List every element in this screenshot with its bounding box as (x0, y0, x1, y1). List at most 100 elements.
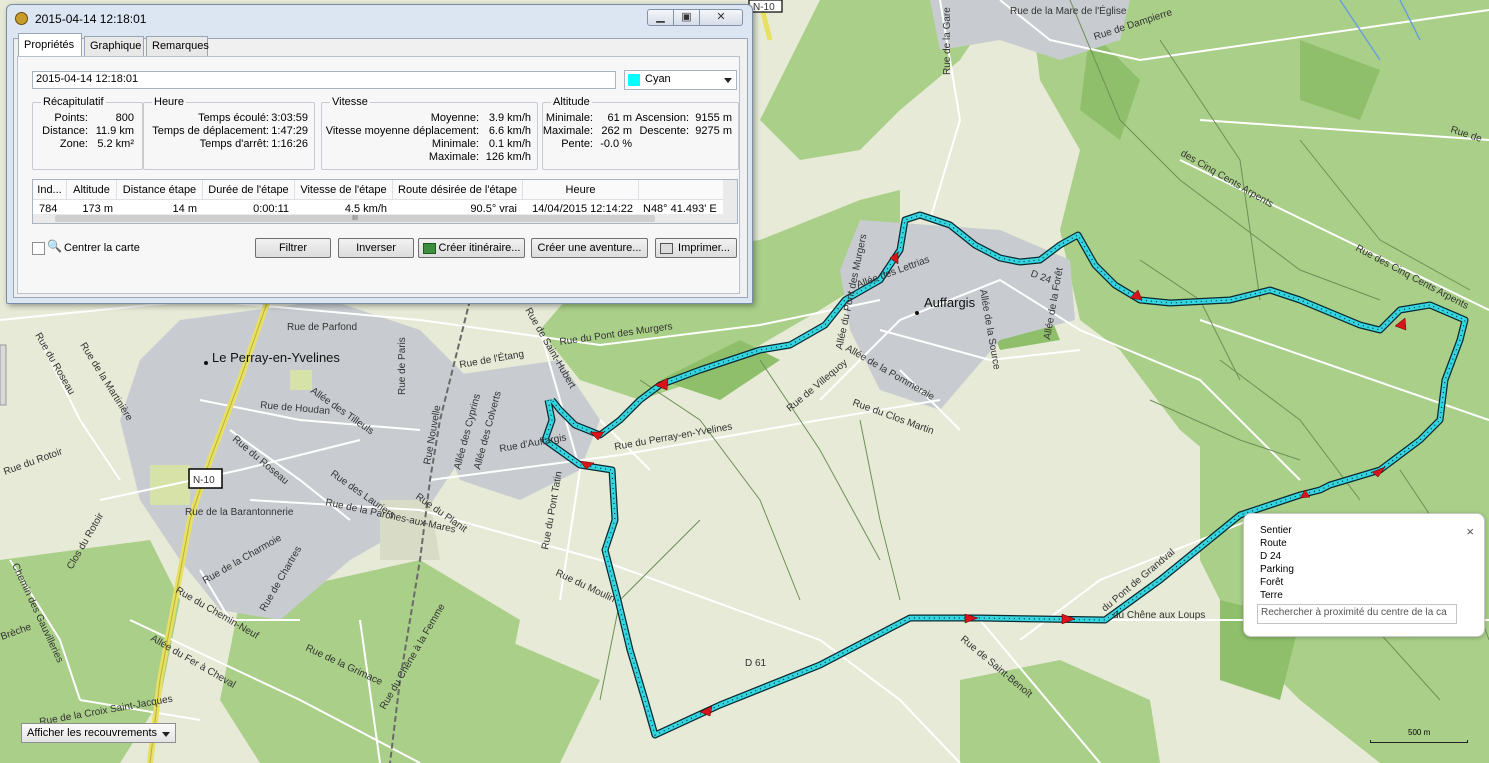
summary-group: Récapitulatif Points: 800 Distance: 11.9… (32, 96, 143, 170)
print-button[interactable]: Imprimer... (655, 238, 737, 258)
speed-title: Vitesse (330, 96, 370, 108)
svg-text:D 61: D 61 (745, 658, 767, 669)
svg-text:Rue de Paris: Rue de Paris (397, 337, 408, 395)
center-map-label: Centrer la carte (64, 242, 140, 254)
svg-text:Auffargis: Auffargis (924, 295, 976, 310)
zone-label: Zone: (59, 138, 88, 150)
vertical-scrollbar[interactable] (723, 180, 737, 223)
map-side-handle[interactable] (0, 344, 7, 406)
altitude-group: Altitude Minimale: 61 m Maximale: 262 m … (542, 96, 739, 170)
create-route-button[interactable]: Créer itinéraire... (418, 238, 525, 258)
window-title: 2015-04-14 12:18:01 (35, 12, 147, 26)
color-dropdown[interactable]: Cyan (624, 70, 737, 90)
svg-text:N-10: N-10 (753, 2, 775, 13)
svg-text:Rue de la Barantonnerie: Rue de la Barantonnerie (185, 507, 294, 518)
color-value: Cyan (645, 73, 671, 85)
avg-speed-label: Moyenne: (430, 112, 479, 124)
tab-properties-label: Propriétés (24, 39, 75, 51)
col-header-position[interactable] (639, 180, 725, 200)
popup-item[interactable]: Parking (1260, 564, 1294, 575)
invert-button[interactable]: Inverser (338, 238, 414, 258)
svg-text:Rue de la Mare de l'Église: Rue de la Mare de l'Église (1010, 4, 1127, 17)
min-speed-label: Minimale: (431, 138, 479, 150)
minimize-button[interactable]: ▁ (647, 9, 674, 26)
create-route-label: Créer itinéraire... (438, 242, 521, 254)
create-adventure-button[interactable]: Créer une aventure... (531, 238, 648, 258)
min-speed-value: 0.1 km/h (488, 138, 531, 150)
stopped-value: 1:16:26 (271, 138, 308, 150)
min-altitude-value: 61 m (607, 112, 632, 124)
avg-moving-speed-value: 6.6 km/h (488, 125, 531, 137)
magnifier-icon: 🔍 (47, 239, 62, 253)
chevron-down-icon (724, 78, 732, 83)
close-icon[interactable]: × (1466, 524, 1474, 539)
points-value: 800 (115, 112, 134, 124)
slope-value: -0.0 % (600, 138, 632, 150)
scale-label: 500 m (1408, 728, 1431, 737)
popup-item[interactable]: Sentier (1260, 525, 1292, 536)
ascent-value: 9155 m (695, 112, 732, 124)
close-button[interactable]: ✕ (699, 9, 743, 26)
max-speed-label: Maximale: (428, 151, 479, 163)
route-icon (423, 243, 436, 254)
elapsed-value: 3:03:59 (271, 112, 308, 124)
descent-label: Descente: (639, 125, 689, 137)
tab-remarks[interactable]: Remarques (146, 36, 209, 56)
distance-label: Distance: (42, 125, 88, 137)
zone-value: 5.2 km² (97, 138, 134, 150)
max-altitude-value: 262 m (601, 125, 632, 137)
popup-item[interactable]: D 24 (1260, 551, 1281, 562)
summary-title: Récapitulatif (41, 96, 106, 108)
properties-panel: 2015-04-14 12:18:01 Cyan Récapitulatif P… (17, 56, 740, 294)
points-label: Points: (54, 112, 88, 124)
popup-item[interactable]: Forêt (1260, 577, 1283, 588)
center-map-checkbox[interactable] (32, 242, 45, 255)
ascent-label: Ascension: (635, 112, 689, 124)
distance-value: 11.9 km (95, 125, 134, 137)
tab-properties[interactable]: Propriétés (18, 33, 82, 57)
speed-group: Vitesse Moyenne: 3.9 km/h Vitesse moyenn… (321, 96, 538, 170)
svg-text:Rue de Parfond: Rue de Parfond (287, 322, 357, 333)
col-header-speed[interactable]: Vitesse de l'étape (295, 180, 393, 200)
overlays-label: Afficher les recouvrements (27, 727, 158, 739)
filter-button[interactable]: Filtrer (255, 238, 331, 258)
overlays-dropdown[interactable]: Afficher les recouvrements (21, 723, 176, 743)
svg-text:du Chêne aux Loups: du Chêne aux Loups (1113, 610, 1205, 621)
col-header-duration[interactable]: Durée de l'étape (203, 180, 295, 200)
popup-item[interactable]: Terre (1260, 590, 1283, 601)
color-swatch (628, 74, 640, 86)
nearby-search-input[interactable]: Rechercher à proximité du centre de la c… (1257, 604, 1457, 624)
window-titlebar[interactable]: 2015-04-14 12:18:01 ▁ ▣ ✕ (7, 5, 752, 31)
scrollbar-thumb[interactable]: III (55, 215, 655, 222)
track-name-field[interactable]: 2015-04-14 12:18:01 (32, 71, 616, 89)
svg-text:Rue de la Gare: Rue de la Gare (942, 7, 953, 75)
popup-item[interactable]: Route (1260, 538, 1287, 549)
slope-label: Pente: (561, 138, 593, 150)
svg-text:N-10: N-10 (193, 475, 215, 486)
col-header-distance[interactable]: Distance étape (117, 180, 203, 200)
col-header-altitude[interactable]: Altitude (67, 180, 117, 200)
tab-graph[interactable]: Graphique (84, 36, 144, 56)
hour-group: Heure Temps écoulé: 3:03:59 Temps de dép… (143, 96, 315, 170)
tab-graph-label: Graphique (90, 40, 142, 52)
avg-moving-speed-label: Vitesse moyenne déplacement: (325, 125, 479, 137)
print-label: Imprimer... (678, 242, 730, 254)
max-speed-value: 126 km/h (485, 151, 531, 163)
tab-remarks-label: Remarques (152, 40, 209, 52)
scale-bar: 500 m (1370, 728, 1468, 743)
col-header-time[interactable]: Heure (523, 180, 639, 200)
moving-value: 1:47:29 (271, 125, 308, 137)
hour-title: Heure (152, 96, 186, 108)
min-altitude-label: Minimale: (545, 112, 593, 124)
scale-line (1370, 740, 1468, 743)
col-header-index[interactable]: Ind... (33, 180, 67, 200)
avg-speed-value: 3.9 km/h (488, 112, 531, 124)
track-points-table[interactable]: Ind... Altitude Distance étape Durée de … (32, 179, 738, 224)
window-client-area: Propriétés Graphique Remarques 2015-04-1… (13, 33, 748, 298)
maximize-button[interactable]: ▣ (673, 9, 700, 26)
elapsed-label: Temps écoulé: (198, 112, 269, 124)
horizontal-scrollbar[interactable]: III (33, 214, 723, 223)
col-header-bearing[interactable]: Route désirée de l'étape (393, 180, 523, 200)
track-properties-window: 2015-04-14 12:18:01 ▁ ▣ ✕ Propriétés Gra… (6, 4, 753, 304)
stopped-label: Temps d'arrêt: (199, 138, 269, 150)
